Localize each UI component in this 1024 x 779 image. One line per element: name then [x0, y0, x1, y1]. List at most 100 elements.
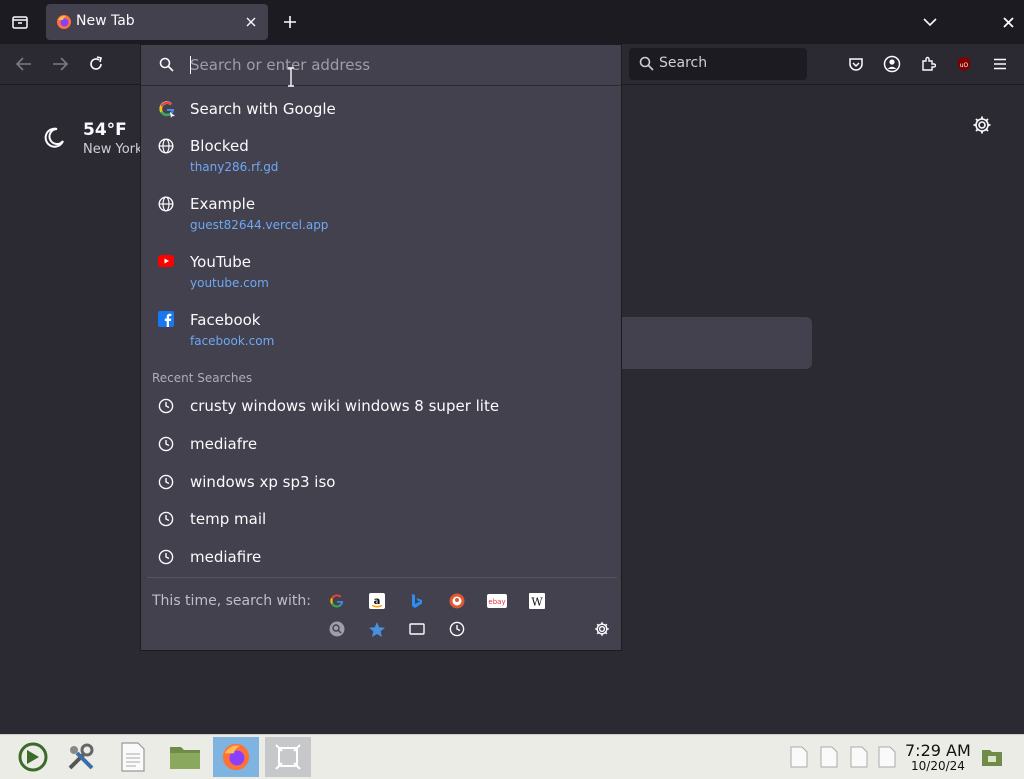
amazon-engine-button[interactable]: a [367, 591, 387, 611]
ublock-origin-icon: uO [958, 57, 970, 71]
recent-search-item[interactable]: temp mail [145, 504, 617, 536]
recent-search-item[interactable]: crusty windows wiki windows 8 super lite [145, 391, 617, 423]
divider [147, 577, 617, 578]
recent-search-text: mediafire [190, 548, 262, 566]
url-input[interactable] [190, 53, 610, 77]
google-icon [330, 594, 344, 608]
tab-overflow-button[interactable] [916, 8, 944, 36]
text-caret [190, 56, 191, 74]
wikipedia-engine-button[interactable]: W [527, 591, 547, 611]
reload-button[interactable] [82, 50, 110, 78]
pocket-button[interactable] [842, 50, 870, 78]
screenshot-tool-button[interactable] [265, 737, 311, 777]
workspace-1-button[interactable] [785, 737, 813, 777]
forward-button[interactable] [46, 50, 74, 78]
system-tray-button[interactable] [976, 737, 1008, 777]
taskbar: 7:29 AM 10/20/24 [0, 734, 1024, 779]
urlbar-dropdown: Search with Google Blocked thany286.rf.g… [140, 44, 622, 651]
close-tab-button[interactable] [242, 13, 260, 31]
puzzle-icon [922, 56, 936, 71]
new-tab-button[interactable] [276, 8, 304, 36]
result-url: guest82644.vercel.app [190, 218, 329, 232]
tab-new-tab[interactable]: New Tab [46, 4, 268, 40]
reload-icon [90, 56, 102, 70]
star-icon [369, 621, 385, 637]
folder-icon [170, 747, 200, 769]
firefox-taskbar-button[interactable] [213, 737, 259, 777]
search-mode-button[interactable] [327, 619, 347, 639]
result-url: youtube.com [190, 276, 269, 290]
result-url: facebook.com [190, 334, 275, 348]
recent-search-text: crusty windows wiki windows 8 super lite [190, 397, 500, 415]
duckduckgo-engine-button[interactable] [447, 591, 467, 611]
recent-search-text: mediafre [190, 435, 258, 453]
arrow-right-icon [53, 57, 68, 71]
network-icon [982, 750, 1002, 766]
svg-text:W: W [531, 596, 543, 609]
workspace-3-button[interactable] [845, 737, 873, 777]
search-icon [639, 56, 654, 71]
svg-text:uO: uO [960, 62, 969, 69]
clock-icon [158, 474, 174, 490]
app-menu-button[interactable] [986, 50, 1014, 78]
bing-icon [412, 594, 422, 608]
urlbar-result-example[interactable]: Example guest82644.vercel.app [145, 191, 617, 239]
start-menu-button[interactable] [10, 737, 56, 777]
list-all-tabs-button[interactable] [6, 8, 34, 36]
clock-date[interactable]: 10/20/24 [911, 759, 965, 773]
workspace-4-button[interactable] [873, 737, 901, 777]
clock-icon [158, 398, 174, 414]
tab-title: New Tab [76, 13, 135, 29]
app-launcher-icon [18, 742, 48, 772]
urlbar-result-search[interactable]: Search with Google [145, 95, 617, 125]
weather-city[interactable]: New York [83, 142, 143, 157]
recent-search-item[interactable]: windows xp sp3 iso [145, 467, 617, 499]
clock-icon [158, 549, 174, 565]
history-mode-button[interactable] [447, 619, 467, 639]
result-title: Search with Google [190, 100, 336, 118]
search-bar-placeholder: Search [659, 55, 708, 71]
recent-search-item[interactable]: mediafre [145, 429, 617, 461]
ebay-engine-button[interactable]: ebay [487, 591, 507, 611]
duckduckgo-icon [449, 593, 465, 609]
text-editor-button[interactable] [110, 737, 156, 777]
search-icon [159, 57, 174, 72]
google-icon [158, 100, 176, 118]
tab-list-icon [12, 16, 28, 29]
bing-engine-button[interactable] [407, 591, 427, 611]
urlbar [141, 45, 621, 87]
newtab-settings-button[interactable] [972, 115, 994, 137]
workspace-2-button[interactable] [815, 737, 843, 777]
weather-temperature[interactable]: 54°F [83, 120, 127, 140]
google-engine-button[interactable] [327, 591, 347, 611]
ublock-origin-button[interactable]: uO [950, 50, 978, 78]
clock-time[interactable]: 7:29 AM [905, 741, 971, 760]
clock-icon [158, 436, 174, 452]
file-manager-button[interactable] [162, 737, 208, 777]
recent-search-text: temp mail [190, 510, 267, 528]
urlbar-result-youtube[interactable]: YouTube youtube.com [145, 249, 617, 297]
search-settings-button[interactable] [592, 619, 612, 639]
recent-searches-header: Recent Searches [152, 371, 253, 385]
settings-tools-button[interactable] [58, 737, 104, 777]
account-button[interactable] [878, 50, 906, 78]
bookmarks-mode-button[interactable] [367, 619, 387, 639]
extensions-button[interactable] [914, 50, 942, 78]
recent-search-item[interactable]: mediafire [145, 542, 617, 574]
recent-search-text: windows xp sp3 iso [190, 473, 336, 491]
document-icon [820, 746, 838, 768]
search-bar[interactable]: Search [629, 48, 807, 80]
tabs-mode-button[interactable] [407, 619, 427, 639]
newtab-search-field[interactable] [600, 317, 812, 369]
firefox-icon [56, 14, 72, 30]
gear-icon [973, 116, 991, 134]
back-button[interactable] [10, 50, 38, 78]
amazon-icon: a [369, 593, 385, 609]
result-title: Example [190, 195, 256, 213]
document-icon [850, 746, 868, 768]
hamburger-menu-icon [994, 58, 1006, 70]
urlbar-result-blocked[interactable]: Blocked thany286.rf.gd [145, 133, 617, 181]
arrow-left-icon [16, 57, 31, 71]
urlbar-result-facebook[interactable]: Facebook facebook.com [145, 307, 617, 355]
window-close-button[interactable] [994, 8, 1022, 36]
